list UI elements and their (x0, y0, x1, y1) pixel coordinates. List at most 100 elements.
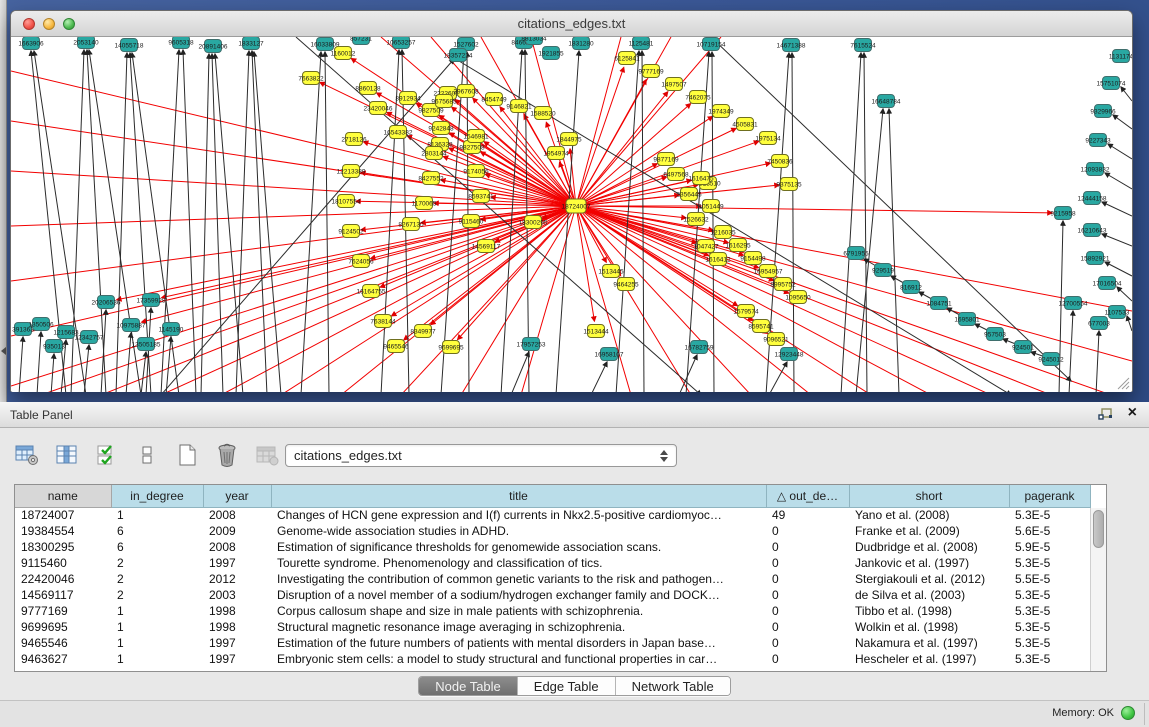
network-node[interactable]: 20206536 (92, 296, 121, 309)
citation-edge[interactable] (1102, 202, 1132, 216)
table-cell[interactable]: 49 (766, 507, 849, 523)
network-node[interactable]: 929519 (872, 264, 894, 277)
table-cell[interactable]: Genome-wide association studies in ADHD. (271, 523, 766, 539)
network-node[interactable]: 1170065 (412, 197, 437, 210)
table-cell[interactable]: 5.3E-5 (1009, 507, 1090, 523)
network-node[interactable]: 2967608 (453, 85, 479, 98)
citation-edge[interactable] (792, 53, 794, 392)
network-node[interactable]: 9329966 (1090, 105, 1116, 118)
table-cell[interactable]: 0 (766, 651, 849, 667)
table-cell[interactable]: 2009 (203, 523, 271, 539)
table-cell[interactable]: Tibbo et al. (1998) (849, 603, 1009, 619)
table-row[interactable]: 1938455462009Genome-wide association stu… (15, 523, 1090, 539)
column-header-in_degree[interactable]: in_degree (111, 485, 203, 507)
tab-edge-table[interactable]: Edge Table (518, 677, 616, 695)
network-node[interactable]: 9605318 (168, 37, 194, 49)
citation-edge[interactable] (1113, 115, 1132, 129)
network-node[interactable]: 816912 (900, 281, 922, 294)
table-cell[interactable]: 2012 (203, 571, 271, 587)
table-cell[interactable]: de Silva et al. (2003) (849, 587, 1009, 603)
table-cell[interactable]: 1997 (203, 635, 271, 651)
table-cell[interactable]: 18300295 (15, 539, 111, 555)
panel-collapse-arrow-icon[interactable] (1, 347, 6, 355)
table-cell[interactable]: 9463627 (15, 651, 111, 667)
table-cell[interactable]: 0 (766, 555, 849, 571)
network-node[interactable]: 1974349 (708, 105, 734, 118)
network-node[interactable]: 1497507 (661, 78, 687, 91)
network-node[interactable]: 9096521 (763, 333, 789, 346)
delete-column-icon[interactable] (214, 442, 240, 468)
network-node[interactable]: 1833127 (238, 37, 264, 50)
citation-edge-red[interactable] (576, 206, 991, 392)
citation-edge[interactable] (769, 362, 787, 392)
citation-edge[interactable] (252, 51, 267, 392)
network-node[interactable]: 9146821 (506, 100, 532, 113)
column-header-title[interactable]: title (271, 485, 766, 507)
citation-edge-red[interactable] (576, 206, 1111, 392)
citation-edge-red[interactable] (576, 206, 1051, 392)
table-cell[interactable]: 1998 (203, 603, 271, 619)
table-cell[interactable]: Hescheler et al. (1997) (849, 651, 1009, 667)
network-node[interactable]: 4505831 (732, 118, 758, 131)
network-node[interactable]: 12342757 (75, 331, 104, 344)
citation-edge-red[interactable] (11, 206, 576, 386)
table-cell[interactable]: 1997 (203, 651, 271, 667)
network-node[interactable]: 677003 (1088, 317, 1110, 330)
network-node[interactable]: 9124502 (338, 225, 364, 238)
table-cell[interactable]: Corpus callosum shape and size in male p… (271, 603, 766, 619)
citation-edge[interactable] (1102, 234, 1132, 246)
table-cell[interactable]: Structural magnetic resonance image aver… (271, 619, 766, 635)
citation-edge-red[interactable] (11, 206, 576, 336)
network-node[interactable]: 9174056 (463, 165, 489, 178)
table-cell[interactable]: 5.9E-5 (1009, 539, 1090, 555)
network-node[interactable]: 23420046 (364, 102, 393, 115)
network-node[interactable]: 7638144 (370, 315, 396, 328)
table-scrollbar-thumb[interactable] (1093, 510, 1104, 548)
table-cell[interactable]: 1 (111, 651, 203, 667)
citation-edge[interactable] (37, 332, 41, 392)
network-node[interactable]: 7624056 (348, 255, 374, 268)
citation-edge-red[interactable] (576, 128, 736, 206)
network-node[interactable]: 9154498 (740, 252, 766, 265)
network-node[interactable]: 857231 (350, 37, 372, 45)
delete-table-icon[interactable] (254, 442, 280, 468)
table-cell[interactable]: 2003 (203, 587, 271, 603)
table-cell[interactable]: Franke et al. (2009) (849, 523, 1009, 539)
table-cell[interactable]: 1997 (203, 555, 271, 571)
citation-edge-red[interactable] (162, 206, 576, 298)
table-row[interactable]: 946554611997Estimation of the future num… (15, 635, 1090, 651)
table-row[interactable]: 1830029562008Estimation of significance … (15, 539, 1090, 555)
table-cell[interactable]: 5.3E-5 (1009, 635, 1090, 651)
citation-edge[interactable] (84, 345, 89, 392)
network-node[interactable]: 9877169 (653, 153, 679, 166)
table-cell[interactable]: 0 (766, 571, 849, 587)
citation-edge-red[interactable] (576, 206, 1132, 361)
table-cell[interactable]: 0 (766, 539, 849, 555)
citation-edge[interactable] (325, 52, 329, 392)
collapsed-panel-strip[interactable] (0, 0, 7, 402)
column-header-out_de[interactable]: △ out_de… (766, 485, 849, 507)
network-node[interactable]: 935013 (43, 340, 65, 353)
network-node[interactable]: 1047427 (693, 240, 719, 253)
network-node[interactable]: 1216035 (710, 226, 736, 239)
network-node[interactable]: 7450836 (767, 155, 793, 168)
table-cell[interactable]: 5.3E-5 (1009, 651, 1090, 667)
network-node[interactable]: 1107533 (1105, 306, 1130, 319)
table-cell[interactable]: 22420046 (15, 571, 111, 587)
network-node[interactable]: 1844975 (556, 133, 582, 146)
network-node[interactable]: 10653257 (387, 37, 416, 49)
table-cell[interactable]: 5.3E-5 (1009, 555, 1090, 571)
network-node[interactable]: 9465546 (383, 340, 409, 353)
network-node[interactable]: 2356445 (676, 188, 702, 201)
table-cell[interactable]: 9465546 (15, 635, 111, 651)
table-cell[interactable]: Investigating the contribution of common… (271, 571, 766, 587)
table-cell[interactable]: 6 (111, 523, 203, 539)
network-node[interactable]: 1084751 (926, 297, 952, 310)
network-node[interactable]: 18107554 (332, 195, 361, 208)
table-cell[interactable]: 1998 (203, 619, 271, 635)
citation-edge[interactable] (212, 54, 223, 392)
select-all-icon[interactable] (94, 442, 120, 468)
table-mode-icon[interactable] (14, 442, 40, 468)
network-node[interactable]: 2053140 (73, 37, 99, 49)
network-node[interactable]: 1131174 (1109, 50, 1132, 63)
